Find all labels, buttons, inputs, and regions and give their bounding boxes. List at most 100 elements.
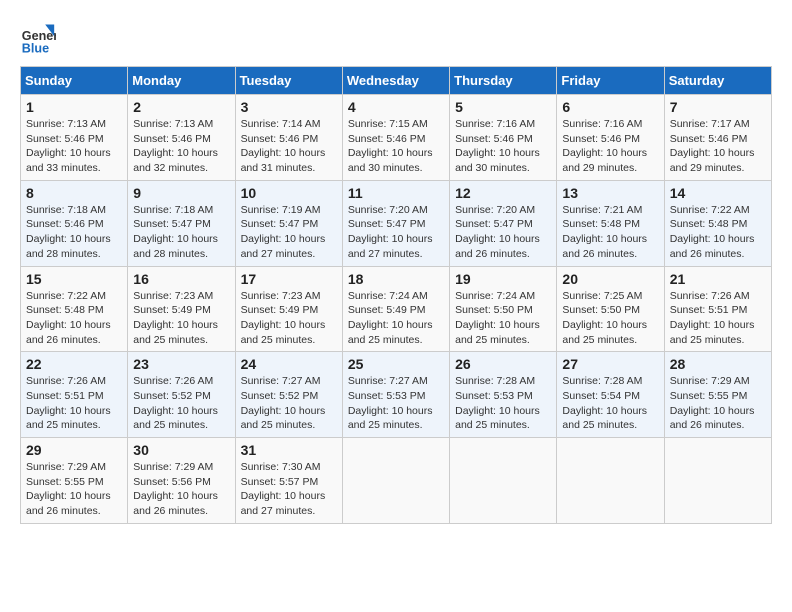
day-info: Sunrise: 7:17 AM Sunset: 5:46 PM Dayligh… — [670, 117, 766, 176]
day-number: 7 — [670, 99, 766, 115]
day-number: 17 — [241, 271, 337, 287]
calendar-cell: 6 Sunrise: 7:16 AM Sunset: 5:46 PM Daylig… — [557, 95, 664, 181]
calendar-cell: 24 Sunrise: 7:27 AM Sunset: 5:52 PM Dayli… — [235, 352, 342, 438]
calendar-cell: 19 Sunrise: 7:24 AM Sunset: 5:50 PM Dayli… — [450, 266, 557, 352]
day-number: 12 — [455, 185, 551, 201]
day-info: Sunrise: 7:23 AM Sunset: 5:49 PM Dayligh… — [133, 289, 229, 348]
day-info: Sunrise: 7:21 AM Sunset: 5:48 PM Dayligh… — [562, 203, 658, 262]
day-number: 5 — [455, 99, 551, 115]
day-number: 31 — [241, 442, 337, 458]
day-info: Sunrise: 7:15 AM Sunset: 5:46 PM Dayligh… — [348, 117, 444, 176]
svg-text:Blue: Blue — [22, 41, 49, 55]
day-number: 24 — [241, 356, 337, 372]
day-number: 18 — [348, 271, 444, 287]
calendar-table: SundayMondayTuesdayWednesdayThursdayFrid… — [20, 66, 772, 524]
weekday-thursday: Thursday — [450, 67, 557, 95]
day-number: 11 — [348, 185, 444, 201]
day-number: 2 — [133, 99, 229, 115]
day-number: 30 — [133, 442, 229, 458]
calendar-cell: 26Sunrise: 7:28 AM Sunset: 5:53 PM Dayli… — [450, 352, 557, 438]
day-info: Sunrise: 7:14 AM Sunset: 5:46 PM Dayligh… — [241, 117, 337, 176]
day-number: 23 — [133, 356, 229, 372]
calendar-cell: 8 Sunrise: 7:18 AM Sunset: 5:46 PM Daylig… — [21, 180, 128, 266]
calendar-cell: 9 Sunrise: 7:18 AM Sunset: 5:47 PM Daylig… — [128, 180, 235, 266]
calendar-cell: 11 Sunrise: 7:20 AM Sunset: 5:47 PM Dayli… — [342, 180, 449, 266]
day-info: Sunrise: 7:22 AM Sunset: 5:48 PM Dayligh… — [26, 289, 122, 348]
calendar-cell: 3 Sunrise: 7:14 AM Sunset: 5:46 PM Daylig… — [235, 95, 342, 181]
calendar-cell — [450, 438, 557, 524]
calendar-body: 1 Sunrise: 7:13 AM Sunset: 5:46 PM Daylig… — [21, 95, 772, 524]
day-number: 1 — [26, 99, 122, 115]
day-info: Sunrise: 7:22 AM Sunset: 5:48 PM Dayligh… — [670, 203, 766, 262]
day-info: Sunrise: 7:28 AM Sunset: 5:53 PM Dayligh… — [455, 374, 551, 433]
calendar-week-2: 8 Sunrise: 7:18 AM Sunset: 5:46 PM Daylig… — [21, 180, 772, 266]
day-number: 25 — [348, 356, 444, 372]
weekday-sunday: Sunday — [21, 67, 128, 95]
calendar-cell: 20Sunrise: 7:25 AM Sunset: 5:50 PM Dayli… — [557, 266, 664, 352]
day-number: 19 — [455, 271, 551, 287]
day-info: Sunrise: 7:28 AM Sunset: 5:54 PM Dayligh… — [562, 374, 658, 433]
day-info: Sunrise: 7:27 AM Sunset: 5:52 PM Dayligh… — [241, 374, 337, 433]
weekday-tuesday: Tuesday — [235, 67, 342, 95]
logo-icon: General Blue — [20, 20, 56, 56]
calendar-cell: 27 Sunrise: 7:28 AM Sunset: 5:54 PM Dayli… — [557, 352, 664, 438]
day-info: Sunrise: 7:27 AM Sunset: 5:53 PM Dayligh… — [348, 374, 444, 433]
calendar-cell: 7 Sunrise: 7:17 AM Sunset: 5:46 PM Daylig… — [664, 95, 771, 181]
calendar-cell: 10 Sunrise: 7:19 AM Sunset: 5:47 PM Dayli… — [235, 180, 342, 266]
day-info: Sunrise: 7:20 AM Sunset: 5:47 PM Dayligh… — [455, 203, 551, 262]
day-info: Sunrise: 7:29 AM Sunset: 5:55 PM Dayligh… — [26, 460, 122, 519]
day-info: Sunrise: 7:13 AM Sunset: 5:46 PM Dayligh… — [133, 117, 229, 176]
day-info: Sunrise: 7:26 AM Sunset: 5:52 PM Dayligh… — [133, 374, 229, 433]
day-number: 15 — [26, 271, 122, 287]
day-number: 14 — [670, 185, 766, 201]
day-info: Sunrise: 7:19 AM Sunset: 5:47 PM Dayligh… — [241, 203, 337, 262]
day-number: 16 — [133, 271, 229, 287]
calendar-cell: 18 Sunrise: 7:24 AM Sunset: 5:49 PM Dayli… — [342, 266, 449, 352]
day-info: Sunrise: 7:16 AM Sunset: 5:46 PM Dayligh… — [562, 117, 658, 176]
day-number: 22 — [26, 356, 122, 372]
day-info: Sunrise: 7:24 AM Sunset: 5:50 PM Dayligh… — [455, 289, 551, 348]
calendar-cell: 12 Sunrise: 7:20 AM Sunset: 5:47 PM Dayli… — [450, 180, 557, 266]
calendar-cell — [557, 438, 664, 524]
day-number: 21 — [670, 271, 766, 287]
day-info: Sunrise: 7:18 AM Sunset: 5:47 PM Dayligh… — [133, 203, 229, 262]
weekday-monday: Monday — [128, 67, 235, 95]
day-number: 6 — [562, 99, 658, 115]
calendar-cell: 31 Sunrise: 7:30 AM Sunset: 5:57 PM Dayli… — [235, 438, 342, 524]
day-info: Sunrise: 7:26 AM Sunset: 5:51 PM Dayligh… — [670, 289, 766, 348]
calendar-week-1: 1 Sunrise: 7:13 AM Sunset: 5:46 PM Daylig… — [21, 95, 772, 181]
calendar-cell: 30Sunrise: 7:29 AM Sunset: 5:56 PM Dayli… — [128, 438, 235, 524]
calendar-cell: 21 Sunrise: 7:26 AM Sunset: 5:51 PM Dayli… — [664, 266, 771, 352]
calendar-week-4: 22 Sunrise: 7:26 AM Sunset: 5:51 PM Dayli… — [21, 352, 772, 438]
day-info: Sunrise: 7:26 AM Sunset: 5:51 PM Dayligh… — [26, 374, 122, 433]
calendar-cell: 17Sunrise: 7:23 AM Sunset: 5:49 PM Dayli… — [235, 266, 342, 352]
day-info: Sunrise: 7:20 AM Sunset: 5:47 PM Dayligh… — [348, 203, 444, 262]
day-info: Sunrise: 7:18 AM Sunset: 5:46 PM Dayligh… — [26, 203, 122, 262]
page-header: General Blue — [20, 20, 772, 56]
calendar-cell: 22 Sunrise: 7:26 AM Sunset: 5:51 PM Dayli… — [21, 352, 128, 438]
day-info: Sunrise: 7:24 AM Sunset: 5:49 PM Dayligh… — [348, 289, 444, 348]
day-number: 8 — [26, 185, 122, 201]
calendar-cell: 13Sunrise: 7:21 AM Sunset: 5:48 PM Dayli… — [557, 180, 664, 266]
weekday-wednesday: Wednesday — [342, 67, 449, 95]
calendar-week-3: 15 Sunrise: 7:22 AM Sunset: 5:48 PM Dayli… — [21, 266, 772, 352]
day-number: 3 — [241, 99, 337, 115]
weekday-saturday: Saturday — [664, 67, 771, 95]
day-number: 27 — [562, 356, 658, 372]
day-info: Sunrise: 7:29 AM Sunset: 5:55 PM Dayligh… — [670, 374, 766, 433]
day-number: 4 — [348, 99, 444, 115]
day-number: 10 — [241, 185, 337, 201]
calendar-cell: 28 Sunrise: 7:29 AM Sunset: 5:55 PM Dayli… — [664, 352, 771, 438]
calendar-cell: 23 Sunrise: 7:26 AM Sunset: 5:52 PM Dayli… — [128, 352, 235, 438]
calendar-cell: 2 Sunrise: 7:13 AM Sunset: 5:46 PM Daylig… — [128, 95, 235, 181]
day-info: Sunrise: 7:13 AM Sunset: 5:46 PM Dayligh… — [26, 117, 122, 176]
calendar-cell: 16 Sunrise: 7:23 AM Sunset: 5:49 PM Dayli… — [128, 266, 235, 352]
calendar-cell: 15 Sunrise: 7:22 AM Sunset: 5:48 PM Dayli… — [21, 266, 128, 352]
calendar-cell: 1 Sunrise: 7:13 AM Sunset: 5:46 PM Daylig… — [21, 95, 128, 181]
calendar-cell: 29Sunrise: 7:29 AM Sunset: 5:55 PM Dayli… — [21, 438, 128, 524]
day-number: 28 — [670, 356, 766, 372]
day-info: Sunrise: 7:30 AM Sunset: 5:57 PM Dayligh… — [241, 460, 337, 519]
day-number: 9 — [133, 185, 229, 201]
day-info: Sunrise: 7:25 AM Sunset: 5:50 PM Dayligh… — [562, 289, 658, 348]
calendar-week-5: 29Sunrise: 7:29 AM Sunset: 5:55 PM Dayli… — [21, 438, 772, 524]
